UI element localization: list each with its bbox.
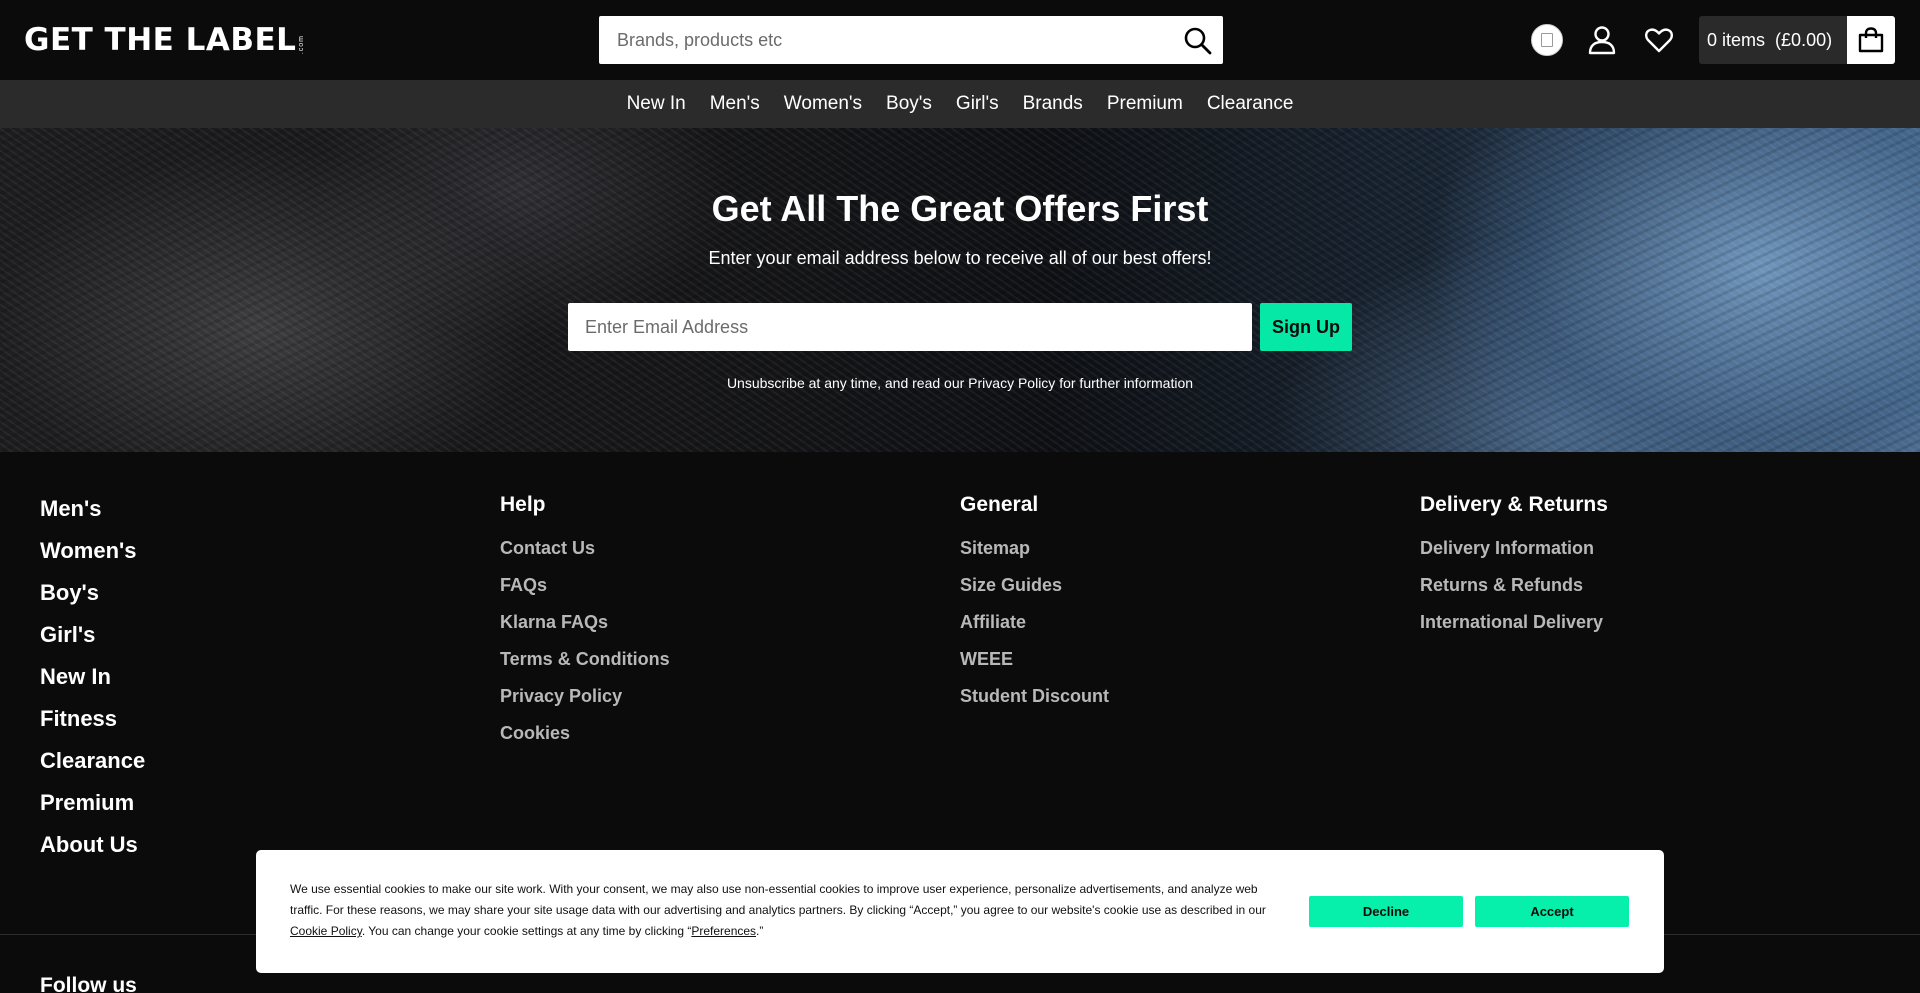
follow-us-heading: Follow us — [40, 974, 137, 993]
footer-link-international-delivery[interactable]: International Delivery — [1420, 604, 1608, 641]
footer-category-fitness[interactable]: Fitness — [40, 698, 145, 740]
footer-link-weee[interactable]: WEEE — [960, 641, 1109, 678]
nav-item-boys[interactable]: Boy's — [874, 80, 944, 128]
cookie-text-part: . You can change your cookie settings at… — [361, 924, 692, 938]
footer-link-klarna-faqs[interactable]: Klarna FAQs — [500, 604, 670, 641]
search-icon[interactable] — [1183, 26, 1213, 56]
footer-link-terms[interactable]: Terms & Conditions — [500, 641, 670, 678]
footer-link-faqs[interactable]: FAQs — [500, 567, 670, 604]
footer-general-title: General — [960, 493, 1039, 516]
nav-item-mens[interactable]: Men's — [698, 80, 772, 128]
logo-text: GET THE LABEL — [24, 22, 297, 58]
footer-delivery-title: Delivery & Returns — [1420, 493, 1608, 516]
basket-summary: 0 items (£0.00) — [1707, 16, 1832, 64]
footer-link-privacy-policy[interactable]: Privacy Policy — [500, 678, 670, 715]
decline-button[interactable]: Decline — [1309, 896, 1463, 927]
site-header: GET THE LABEL .com 0 items (£0.00) — [0, 0, 1920, 80]
nav-item-girls[interactable]: Girl's — [944, 80, 1011, 128]
footer-link-affiliate[interactable]: Affiliate — [960, 604, 1109, 641]
footer-category-boys[interactable]: Boy's — [40, 572, 145, 614]
newsletter-subtitle: Enter your email address below to receiv… — [708, 248, 1212, 268]
footer-category-new-in[interactable]: New In — [40, 656, 145, 698]
nav-item-clearance[interactable]: Clearance — [1195, 80, 1306, 128]
shopping-bag-icon — [1847, 16, 1895, 64]
footer-link-student-discount[interactable]: Student Discount — [960, 678, 1109, 715]
basket-count: 0 items — [1707, 30, 1766, 50]
search-bar — [599, 16, 1223, 64]
country-flag-icon[interactable] — [1531, 24, 1563, 56]
basket-button[interactable]: 0 items (£0.00) — [1699, 16, 1895, 64]
signup-button[interactable]: Sign Up — [1260, 303, 1352, 351]
footer-link-contact-us[interactable]: Contact Us — [500, 530, 670, 567]
footer-delivery-column: Delivery & Returns Delivery Information … — [1420, 492, 1608, 641]
logo-suffix: .com — [298, 34, 306, 54]
footer-category-girls[interactable]: Girl's — [40, 614, 145, 656]
search-input[interactable] — [599, 16, 1159, 64]
footer-category-about-us[interactable]: About Us — [40, 824, 145, 866]
accept-button[interactable]: Accept — [1475, 896, 1629, 927]
footer-category-premium[interactable]: Premium — [40, 782, 145, 824]
newsletter-note: Unsubscribe at any time, and read our Pr… — [726, 375, 1194, 391]
nav-item-new-in[interactable]: New In — [615, 80, 698, 128]
newsletter-email-input[interactable] — [568, 303, 1252, 351]
footer-link-sitemap[interactable]: Sitemap — [960, 530, 1109, 567]
footer-category-womens[interactable]: Women's — [40, 530, 145, 572]
footer-link-delivery-information[interactable]: Delivery Information — [1420, 530, 1608, 567]
cookie-text-part: .” — [756, 924, 764, 938]
footer-general-column: General Sitemap Size Guides Affiliate WE… — [960, 492, 1109, 715]
footer-link-cookies[interactable]: Cookies — [500, 715, 670, 752]
footer-category-mens[interactable]: Men's — [40, 488, 145, 530]
nav-item-brands[interactable]: Brands — [1011, 80, 1095, 128]
cookie-text-part: We use essential cookies to make our sit… — [290, 882, 1266, 917]
cookie-preferences-link[interactable]: Preferences — [691, 924, 756, 938]
user-icon[interactable] — [1586, 24, 1618, 56]
newsletter-title: Get All The Great Offers First — [711, 188, 1209, 229]
footer-category-clearance[interactable]: Clearance — [40, 740, 145, 782]
footer-link-returns-refunds[interactable]: Returns & Refunds — [1420, 567, 1608, 604]
nav-item-premium[interactable]: Premium — [1095, 80, 1195, 128]
footer-help-column: Help Contact Us FAQs Klarna FAQs Terms &… — [500, 492, 670, 752]
heart-icon[interactable] — [1643, 24, 1675, 56]
cookie-banner: We use essential cookies to make our sit… — [256, 850, 1664, 973]
site-logo[interactable]: GET THE LABEL .com — [24, 22, 305, 58]
footer-link-size-guides[interactable]: Size Guides — [960, 567, 1109, 604]
cookie-policy-link[interactable]: Cookie Policy — [290, 924, 362, 938]
newsletter-banner: Get All The Great Offers First Enter you… — [0, 128, 1920, 452]
nav-item-womens[interactable]: Women's — [772, 80, 874, 128]
footer-categories: Men's Women's Boy's Girl's New In Fitnes… — [40, 488, 145, 866]
cookie-message: We use essential cookies to make our sit… — [290, 879, 1270, 942]
footer-help-title: Help — [500, 493, 546, 516]
basket-total: (£0.00) — [1775, 30, 1833, 50]
main-navigation: New In Men's Women's Boy's Girl's Brands… — [0, 80, 1920, 128]
